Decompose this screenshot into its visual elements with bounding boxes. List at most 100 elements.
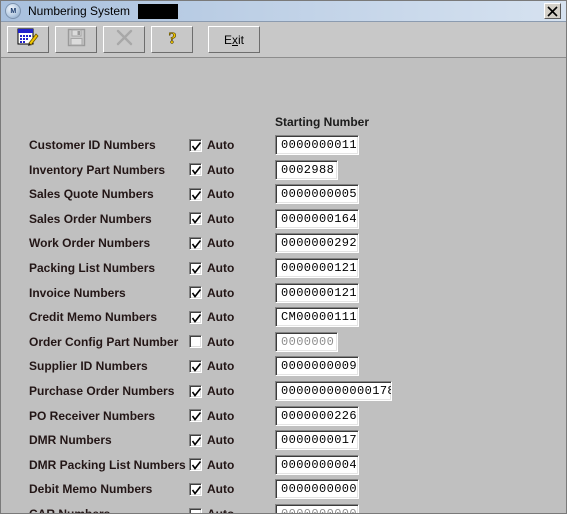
- starting-number-input-dmr-packing-list-numbers[interactable]: 0000000004: [275, 454, 359, 475]
- auto-toggle-inventory-part-numbers[interactable]: Auto: [189, 163, 234, 177]
- auto-toggle-sales-quote-numbers[interactable]: Auto: [189, 187, 234, 201]
- auto-toggle-order-config-part-number[interactable]: Auto: [189, 335, 234, 349]
- row-label-debit-memo-numbers: Debit Memo Numbers: [29, 482, 153, 497]
- checkmark-icon: [191, 215, 202, 225]
- starting-number-input-car-numbers[interactable]: 0000000000: [275, 504, 359, 513]
- auto-toggle-car-numbers[interactable]: Auto: [189, 507, 235, 514]
- checkmark-icon: [191, 239, 202, 249]
- starting-number-input-customer-id-numbers[interactable]: 0000000011: [275, 135, 359, 155]
- auto-toggle-purchase-order-numbers[interactable]: Auto: [189, 384, 234, 398]
- checkmark-icon: [191, 461, 202, 471]
- auto-checkbox-po-receiver-numbers[interactable]: [189, 409, 202, 423]
- auto-checkbox-order-config-part-number[interactable]: [189, 335, 202, 349]
- starting-number-input-po-receiver-numbers[interactable]: 0000000226: [275, 405, 359, 426]
- auto-label-sales-quote-numbers: Auto: [207, 187, 235, 202]
- auto-toggle-work-order-numbers[interactable]: Auto: [189, 236, 234, 250]
- auto-checkbox-work-order-numbers[interactable]: [189, 236, 202, 250]
- auto-label-po-receiver-numbers: Auto: [207, 408, 235, 423]
- auto-label-supplier-id-numbers: Auto: [207, 359, 235, 374]
- checkmark-icon: [191, 141, 202, 151]
- auto-checkbox-dmr-packing-list-numbers[interactable]: [189, 458, 202, 472]
- auto-toggle-customer-id-numbers[interactable]: Auto: [189, 138, 234, 152]
- auto-checkbox-purchase-order-numbers[interactable]: [189, 384, 202, 398]
- starting-number-input-sales-order-numbers[interactable]: 0000000164: [275, 208, 359, 229]
- starting-number-input-sales-quote-numbers[interactable]: 0000000005: [275, 184, 359, 205]
- auto-toggle-invoice-numbers[interactable]: Auto: [189, 286, 234, 300]
- auto-label-work-order-numbers: Auto: [207, 236, 235, 251]
- help-button[interactable]: ?: [151, 26, 193, 53]
- numbering-row: PO Receiver Numbers Auto 0000000226: [1, 405, 566, 427]
- auto-toggle-packing-list-numbers[interactable]: Auto: [189, 261, 234, 275]
- auto-checkbox-car-numbers[interactable]: [189, 507, 202, 513]
- starting-number-input-purchase-order-numbers[interactable]: 000000000000178: [275, 381, 392, 401]
- numbering-row: Purchase Order Numbers Auto 00000000000017…: [1, 380, 566, 402]
- auto-label-dmr-packing-list-numbers: Auto: [207, 457, 235, 472]
- auto-label-order-config-part-number: Auto: [207, 334, 235, 349]
- x-cancel-icon: [115, 28, 134, 52]
- exit-button[interactable]: Exit: [208, 26, 260, 53]
- title-bar: M Numbering System: [1, 1, 566, 22]
- auto-label-car-numbers: Auto: [207, 507, 235, 514]
- row-label-supplier-id-numbers: Supplier ID Numbers: [29, 359, 148, 374]
- row-label-work-order-numbers: Work Order Numbers: [29, 236, 151, 251]
- auto-checkbox-credit-memo-numbers[interactable]: [189, 310, 202, 324]
- checkmark-icon: [191, 313, 202, 323]
- auto-checkbox-packing-list-numbers[interactable]: [189, 261, 202, 275]
- content-area: Starting Number Customer ID Numbers Auto 0…: [1, 58, 566, 513]
- auto-checkbox-debit-memo-numbers[interactable]: [189, 482, 202, 496]
- starting-number-input-dmr-numbers[interactable]: 0000000017: [275, 430, 359, 451]
- numbering-row: Sales Quote Numbers Auto 0000000005: [1, 183, 566, 205]
- auto-toggle-supplier-id-numbers[interactable]: Auto: [189, 359, 234, 373]
- auto-checkbox-supplier-id-numbers[interactable]: [189, 359, 202, 373]
- starting-number-input-supplier-id-numbers[interactable]: 0000000009: [275, 356, 359, 377]
- auto-toggle-credit-memo-numbers[interactable]: Auto: [189, 310, 234, 324]
- numbering-row: Credit Memo Numbers Auto CM00000111: [1, 306, 566, 328]
- auto-toggle-po-receiver-numbers[interactable]: Auto: [189, 409, 234, 423]
- auto-toggle-dmr-numbers[interactable]: Auto: [189, 433, 234, 447]
- starting-number-input-work-order-numbers[interactable]: 0000000292: [275, 233, 359, 254]
- numbering-system-window: M Numbering System ? Exit Starting Numbe…: [0, 0, 567, 514]
- redaction-block: [138, 3, 179, 19]
- svg-text:?: ?: [168, 28, 177, 47]
- starting-number-input-packing-list-numbers[interactable]: 0000000121: [275, 258, 359, 278]
- auto-toggle-sales-order-numbers[interactable]: Auto: [189, 212, 234, 226]
- auto-label-purchase-order-numbers: Auto: [207, 384, 235, 398]
- numbering-row: DMR Packing List Numbers Auto 0000000004: [1, 454, 566, 476]
- auto-checkbox-sales-quote-numbers[interactable]: [189, 187, 202, 201]
- auto-label-customer-id-numbers: Auto: [207, 138, 235, 152]
- numbering-row: Packing List Numbers Auto 0000000121: [1, 257, 566, 279]
- auto-checkbox-invoice-numbers[interactable]: [189, 286, 202, 300]
- row-label-inventory-part-numbers: Inventory Part Numbers: [29, 162, 166, 177]
- auto-toggle-dmr-packing-list-numbers[interactable]: Auto: [189, 458, 234, 472]
- starting-number-input-debit-memo-numbers[interactable]: 0000000000: [275, 479, 359, 500]
- starting-number-input-credit-memo-numbers[interactable]: CM00000111: [275, 307, 359, 328]
- question-mark-icon: ?: [163, 28, 182, 52]
- row-label-dmr-packing-list-numbers: DMR Packing List Numbers: [29, 457, 186, 472]
- auto-checkbox-customer-id-numbers[interactable]: [189, 138, 202, 152]
- row-label-credit-memo-numbers: Credit Memo Numbers: [29, 310, 158, 325]
- starting-number-input-inventory-part-numbers[interactable]: 0002988: [275, 159, 338, 180]
- save-button[interactable]: [55, 26, 97, 53]
- checkmark-icon: [191, 289, 202, 298]
- checkmark-icon: [191, 362, 202, 372]
- auto-toggle-debit-memo-numbers[interactable]: Auto: [189, 482, 234, 496]
- auto-label-dmr-numbers: Auto: [207, 433, 235, 448]
- edit-button[interactable]: [7, 26, 49, 53]
- close-button[interactable]: [544, 3, 561, 19]
- numbering-row: Supplier ID Numbers Auto 0000000009: [1, 355, 566, 377]
- delete-button[interactable]: [103, 26, 145, 53]
- starting-number-input-invoice-numbers[interactable]: 0000000121: [275, 282, 359, 303]
- auto-checkbox-sales-order-numbers[interactable]: [189, 212, 202, 226]
- checkmark-icon: [191, 436, 202, 446]
- auto-checkbox-inventory-part-numbers[interactable]: [189, 163, 202, 177]
- edit-form-icon: [17, 28, 39, 52]
- row-label-po-receiver-numbers: PO Receiver Numbers: [29, 408, 156, 423]
- auto-checkbox-dmr-numbers[interactable]: [189, 433, 202, 447]
- starting-number-input-order-config-part-number[interactable]: 0000000: [275, 331, 338, 352]
- auto-label-credit-memo-numbers: Auto: [207, 310, 235, 325]
- auto-label-packing-list-numbers: Auto: [207, 261, 235, 275]
- numbering-row: Debit Memo Numbers Auto 0000000000: [1, 478, 566, 500]
- checkmark-icon: [191, 264, 202, 274]
- numbering-row: Order Config Part Number Auto 0000000: [1, 331, 566, 353]
- checkmark-icon: [191, 190, 202, 200]
